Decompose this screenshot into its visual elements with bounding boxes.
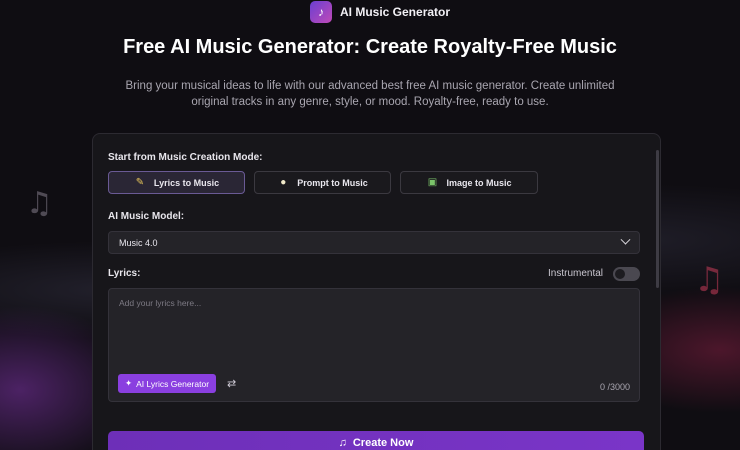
lightbulb-icon: ● [280, 177, 287, 188]
music-note-icon: ♫ [26, 186, 53, 221]
page-subtitle: Bring your musical ideas to life with ou… [125, 80, 615, 108]
instrumental-label: Instrumental [548, 268, 604, 279]
mode-lyrics-to-music-button[interactable]: ✎ Lyrics to Music [108, 171, 245, 194]
char-counter: 0 /3000 [599, 382, 630, 392]
shuffle-icon[interactable]: ⇄ [227, 377, 236, 390]
music-note-icon: ♫ [338, 437, 347, 449]
model-select[interactable]: Music 4.0 [108, 231, 640, 254]
lyrics-placeholder: Add your lyrics here... [119, 298, 202, 308]
create-now-button[interactable]: ♫ Create Now [108, 431, 644, 450]
instrumental-toggle[interactable] [613, 267, 640, 281]
ai-lyrics-generator-button[interactable]: ✦ AI Lyrics Generator [118, 374, 217, 393]
page-title: Free AI Music Generator: Create Royalty-… [123, 36, 617, 58]
mode-label-image: Image to Music [446, 177, 512, 188]
mode-label: Start from Music Creation Mode: [108, 152, 263, 163]
model-label: AI Music Model: [108, 211, 185, 222]
card-scrollbar[interactable] [656, 150, 659, 288]
mode-label-prompt: Prompt to Music [297, 177, 368, 188]
chevron-down-icon [620, 234, 631, 245]
music-note-icon: ♫ [694, 260, 725, 300]
lyrics-label: Lyrics: [108, 268, 141, 279]
app-badge-label: AI Music Generator [340, 5, 451, 19]
create-now-label: Create Now [352, 437, 414, 449]
mode-image-to-music-button[interactable]: ▣ Image to Music [400, 171, 538, 194]
app-logo-icon: ♪ [310, 1, 332, 23]
model-select-value: Music 4.0 [119, 237, 158, 248]
mode-prompt-to-music-button[interactable]: ● Prompt to Music [254, 171, 391, 194]
lyrics-textarea[interactable]: Add your lyrics here... ✦ AI Lyrics Gene… [108, 288, 640, 402]
toggle-knob [615, 269, 625, 279]
document-icon: ✎ [135, 177, 145, 188]
mode-label-lyrics: Lyrics to Music [153, 177, 220, 188]
image-icon: ▣ [427, 177, 438, 188]
app-badge: ♪ AI Music Generator [310, 0, 450, 24]
sparkle-icon: ✦ [125, 378, 133, 388]
ai-lyrics-generator-label: AI Lyrics Generator [136, 378, 210, 389]
